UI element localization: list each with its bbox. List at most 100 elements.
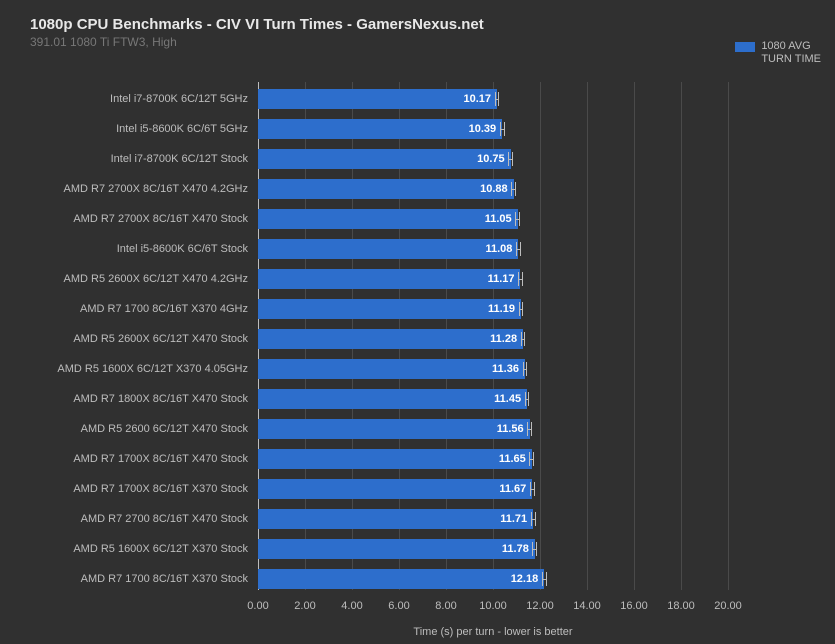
category-label: AMD R5 2600 6C/12T X470 Stock bbox=[28, 419, 258, 439]
error-bar bbox=[542, 572, 547, 586]
bar-value-label: 11.28 bbox=[490, 333, 523, 345]
x-tick-label: 14.00 bbox=[573, 600, 601, 612]
bar-value-label: 11.65 bbox=[499, 453, 532, 465]
error-bar bbox=[518, 272, 523, 286]
bar: 11.36 bbox=[258, 359, 525, 379]
category-label: AMD R5 2600X 6C/12T X470 4.2GHz bbox=[28, 269, 258, 289]
x-tick-label: 20.00 bbox=[714, 600, 742, 612]
bar-row: AMD R7 1800X 8C/16T X470 Stock11.45 bbox=[258, 388, 728, 410]
bar-value-label: 11.78 bbox=[502, 543, 535, 555]
bar: 10.88 bbox=[258, 179, 514, 199]
bar-row: AMD R7 1700X 8C/16T X470 Stock11.65 bbox=[258, 448, 728, 470]
bar-row: AMD R7 2700X 8C/16T X470 Stock11.05 bbox=[258, 208, 728, 230]
error-bar bbox=[519, 302, 524, 316]
error-bar bbox=[516, 242, 521, 256]
category-label: Intel i7-8700K 6C/12T 5GHz bbox=[28, 89, 258, 109]
chart-title: 1080p CPU Benchmarks - CIV VI Turn Times… bbox=[0, 0, 835, 35]
bar: 12.18 bbox=[258, 569, 544, 589]
bar: 11.05 bbox=[258, 209, 518, 229]
x-tick-label: 2.00 bbox=[294, 600, 315, 612]
error-bar bbox=[495, 92, 500, 106]
error-bar bbox=[525, 392, 530, 406]
legend-swatch bbox=[735, 42, 755, 52]
x-tick-label: 0.00 bbox=[247, 600, 268, 612]
bar: 10.39 bbox=[258, 119, 502, 139]
bar-value-label: 11.05 bbox=[485, 213, 518, 225]
bar-value-label: 10.17 bbox=[463, 93, 497, 105]
bar: 11.71 bbox=[258, 509, 533, 529]
bar-value-label: 11.71 bbox=[500, 513, 533, 525]
bar-row: AMD R5 2600 6C/12T X470 Stock11.56 bbox=[258, 418, 728, 440]
x-tick-label: 4.00 bbox=[341, 600, 362, 612]
bar-value-label: 10.75 bbox=[477, 153, 511, 165]
bar-row: AMD R7 2700 8C/16T X470 Stock11.71 bbox=[258, 508, 728, 530]
bar: 11.28 bbox=[258, 329, 523, 349]
category-label: AMD R7 2700X 8C/16T X470 Stock bbox=[28, 209, 258, 229]
bar-row: AMD R7 1700 8C/16T X370 Stock12.18 bbox=[258, 568, 728, 590]
gridline bbox=[728, 82, 729, 590]
category-label: AMD R5 1600X 6C/12T X370 4.05GHz bbox=[28, 359, 258, 379]
bar-value-label: 10.88 bbox=[480, 183, 514, 195]
bar: 11.17 bbox=[258, 269, 520, 289]
x-tick-label: 6.00 bbox=[388, 600, 409, 612]
bar-row: AMD R5 2600X 6C/12T X470 4.2GHz11.17 bbox=[258, 268, 728, 290]
plot-area: Intel i7-8700K 6C/12T 5GHz10.17 Intel i5-… bbox=[258, 82, 728, 612]
chart-subtitle: 391.01 1080 Ti FTW3, High bbox=[0, 35, 835, 49]
error-bar bbox=[515, 212, 520, 226]
error-bar bbox=[500, 122, 505, 136]
x-tick-label: 12.00 bbox=[526, 600, 554, 612]
bar-row: AMD R7 1700 8C/16T X370 4GHz11.19 bbox=[258, 298, 728, 320]
bar-value-label: 11.36 bbox=[492, 363, 525, 375]
bar: 10.17 bbox=[258, 89, 497, 109]
bar-row: Intel i5-8600K 6C/6T Stock11.08 bbox=[258, 238, 728, 260]
bar: 11.45 bbox=[258, 389, 527, 409]
category-label: AMD R7 1700 8C/16T X370 Stock bbox=[28, 569, 258, 589]
legend: 1080 AVG TURN TIME bbox=[735, 40, 821, 66]
category-label: AMD R7 2700 8C/16T X470 Stock bbox=[28, 509, 258, 529]
legend-label: 1080 AVG TURN TIME bbox=[761, 40, 821, 66]
bar-value-label: 11.67 bbox=[499, 483, 532, 495]
x-tick-label: 16.00 bbox=[620, 600, 648, 612]
category-label: AMD R7 1700X 8C/16T X470 Stock bbox=[28, 449, 258, 469]
bar-row: Intel i5-8600K 6C/6T 5GHz10.39 bbox=[258, 118, 728, 140]
bar-row: AMD R5 1600X 6C/12T X370 4.05GHz11.36 bbox=[258, 358, 728, 380]
error-bar bbox=[511, 182, 516, 196]
category-label: Intel i5-8600K 6C/6T Stock bbox=[28, 239, 258, 259]
bar: 11.19 bbox=[258, 299, 521, 319]
x-axis-label: Time (s) per turn - lower is better bbox=[258, 626, 728, 638]
bar-row: AMD R7 2700X 8C/16T X470 4.2GHz10.88 bbox=[258, 178, 728, 200]
x-tick-label: 18.00 bbox=[667, 600, 695, 612]
bar-row: Intel i7-8700K 6C/12T Stock10.75 bbox=[258, 148, 728, 170]
bar-value-label: 11.08 bbox=[485, 243, 518, 255]
bar-value-label: 10.39 bbox=[469, 123, 503, 135]
bar-value-label: 11.45 bbox=[494, 393, 527, 405]
category-label: AMD R5 2600X 6C/12T X470 Stock bbox=[28, 329, 258, 349]
error-bar bbox=[521, 332, 526, 346]
error-bar bbox=[508, 152, 513, 166]
error-bar bbox=[523, 362, 528, 376]
bar: 11.08 bbox=[258, 239, 518, 259]
category-label: AMD R5 1600X 6C/12T X370 Stock bbox=[28, 539, 258, 559]
bar-value-label: 11.56 bbox=[497, 423, 530, 435]
bar-row: AMD R7 1700X 8C/16T X370 Stock11.67 bbox=[258, 478, 728, 500]
bar-value-label: 12.18 bbox=[511, 573, 545, 585]
bar-value-label: 11.17 bbox=[488, 273, 521, 285]
bar: 11.56 bbox=[258, 419, 530, 439]
bar: 10.75 bbox=[258, 149, 511, 169]
bar-row: Intel i7-8700K 6C/12T 5GHz10.17 bbox=[258, 88, 728, 110]
x-tick-label: 10.00 bbox=[479, 600, 507, 612]
bar-value-label: 11.19 bbox=[488, 303, 521, 315]
category-label: Intel i7-8700K 6C/12T Stock bbox=[28, 149, 258, 169]
error-bar bbox=[532, 542, 537, 556]
bar-row: AMD R5 2600X 6C/12T X470 Stock11.28 bbox=[258, 328, 728, 350]
category-label: AMD R7 1700 8C/16T X370 4GHz bbox=[28, 299, 258, 319]
category-label: Intel i5-8600K 6C/6T 5GHz bbox=[28, 119, 258, 139]
x-tick-label: 8.00 bbox=[435, 600, 456, 612]
bar-row: AMD R5 1600X 6C/12T X370 Stock11.78 bbox=[258, 538, 728, 560]
bar: 11.78 bbox=[258, 539, 535, 559]
category-label: AMD R7 2700X 8C/16T X470 4.2GHz bbox=[28, 179, 258, 199]
error-bar bbox=[531, 512, 536, 526]
bar: 11.65 bbox=[258, 449, 532, 469]
category-label: AMD R7 1700X 8C/16T X370 Stock bbox=[28, 479, 258, 499]
error-bar bbox=[529, 452, 534, 466]
